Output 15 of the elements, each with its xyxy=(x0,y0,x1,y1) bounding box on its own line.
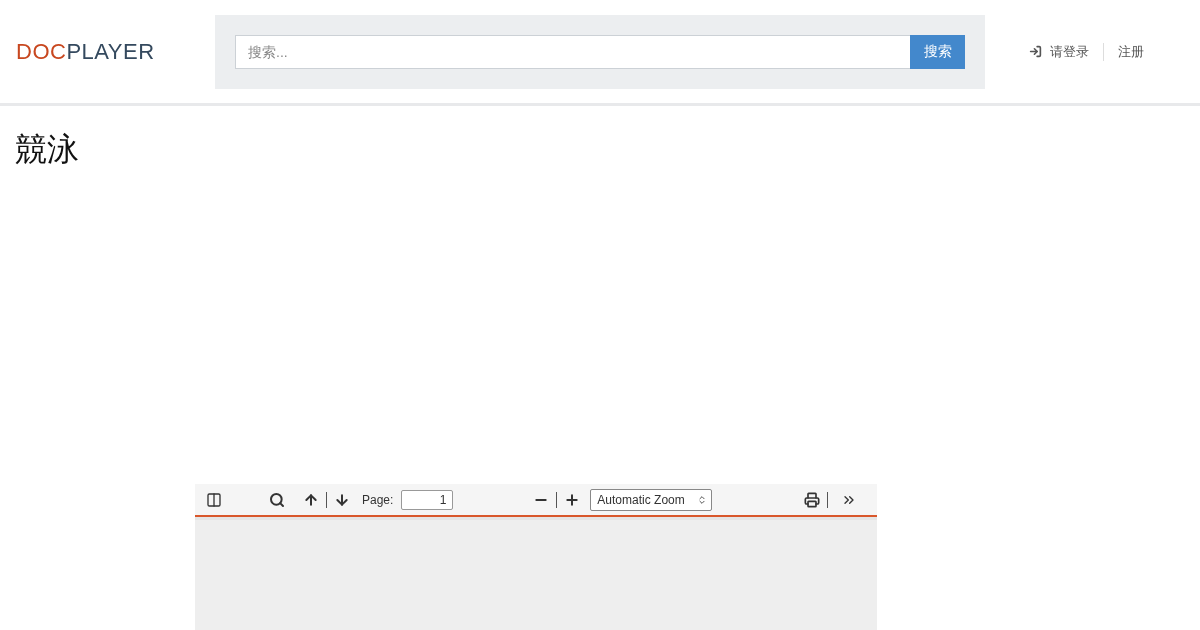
arrow-down-icon[interactable] xyxy=(334,491,350,508)
sidebar-toggle-icon[interactable] xyxy=(206,491,222,508)
search-button[interactable]: 搜索 xyxy=(910,34,965,69)
print-icon[interactable] xyxy=(804,491,821,508)
login-icon xyxy=(1029,45,1042,58)
zoom-select[interactable]: Automatic Zoom xyxy=(590,488,713,511)
search-field[interactable]: 搜索... xyxy=(235,34,910,69)
page-number-field[interactable]: 1 xyxy=(401,489,454,510)
login-link[interactable]: 请登录 xyxy=(1029,42,1104,61)
register-link[interactable]: 注册 xyxy=(1104,42,1158,61)
search-icon[interactable] xyxy=(269,491,285,508)
logo[interactable]: DOCPLAYER xyxy=(0,38,215,65)
page-title: 競泳 xyxy=(15,130,80,169)
select-caret-icon xyxy=(697,494,708,505)
page-label: Page: xyxy=(362,492,394,507)
